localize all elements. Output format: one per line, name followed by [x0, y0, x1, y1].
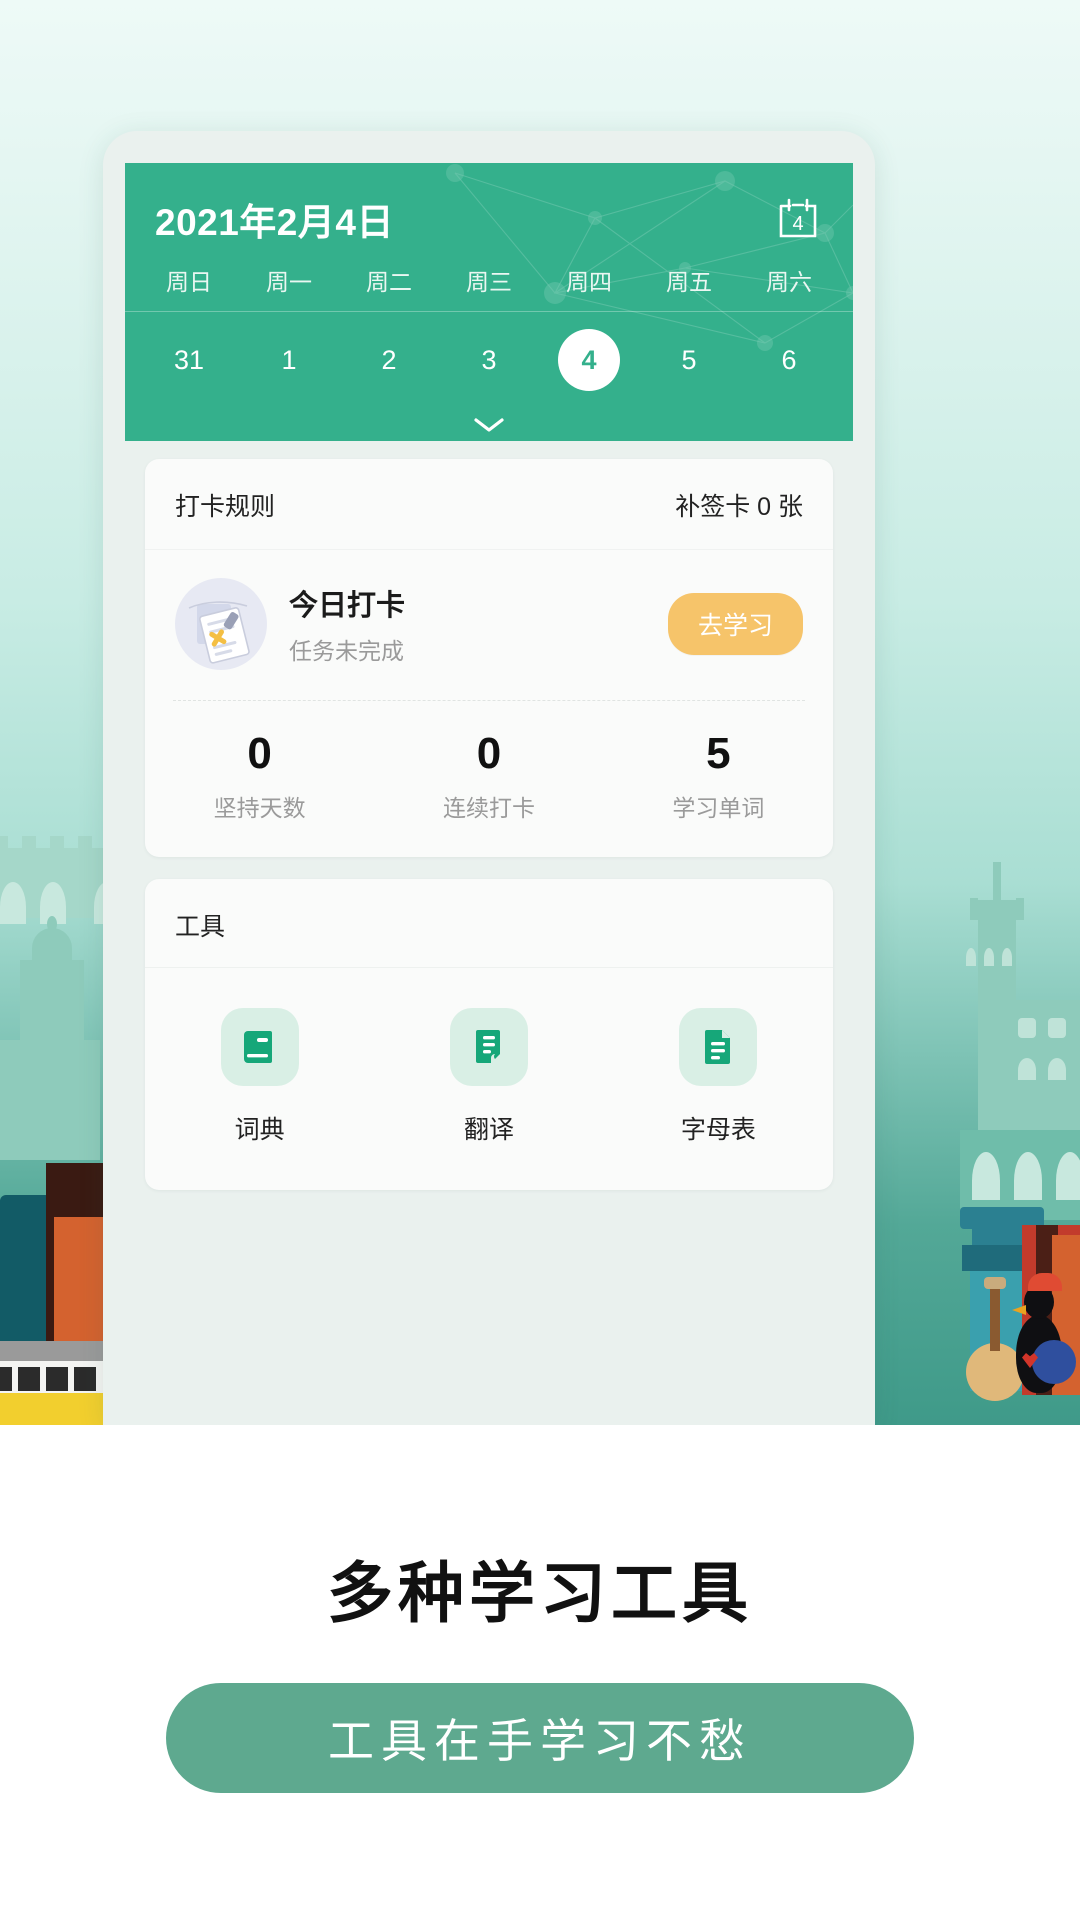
date-number: 6	[781, 345, 797, 375]
calendar-date-title: 2021年2月4日	[155, 202, 394, 243]
stat-value: 0	[476, 729, 502, 778]
translate-document-icon	[449, 1008, 528, 1087]
checkin-stats: 0 坚持天数 0 连续打卡 5 学习单词	[145, 701, 833, 857]
skyline-right-window	[1048, 1058, 1066, 1080]
checklist-document-icon	[175, 578, 267, 670]
stat-item: 0 连续打卡	[374, 729, 603, 823]
tool-label: 字母表	[680, 1116, 756, 1145]
today-checkin-status: 任务未完成	[289, 638, 404, 664]
stat-label: 坚持天数	[213, 795, 306, 822]
skyline-right-window	[966, 948, 976, 966]
tool-label: 词典	[234, 1116, 285, 1145]
weekday-label: 周三	[466, 269, 512, 295]
date-number: 5	[681, 345, 697, 375]
stat-label: 学习单词	[672, 795, 765, 822]
background-illustration: 2021年2月4日 4 周日 周一 周二 周三 周四 周五 周六 31 1 2 …	[0, 0, 1080, 1425]
tool-item-translate[interactable]: 翻译	[374, 1008, 603, 1146]
portuguese-guitar-neck	[990, 1285, 1000, 1351]
calendar-icon-day: 4	[792, 213, 803, 235]
skyline-merlon	[0, 836, 8, 850]
skyline-tower-dome	[32, 928, 72, 972]
today-checkin-text: 今日打卡 任务未完成	[289, 582, 668, 666]
calendar-title-row: 2021年2月4日 4	[125, 163, 853, 249]
weekday-label: 周六	[766, 269, 812, 295]
skyline-arch-window	[0, 882, 26, 924]
chevron-down-icon[interactable]	[472, 415, 506, 435]
stat-value: 0	[247, 729, 272, 778]
skyline-tower-finial	[47, 916, 57, 932]
tools-section-title: 工具	[145, 879, 833, 969]
calendar-icon[interactable]: 4	[773, 194, 823, 244]
weekday-row: 周日 周一 周二 周三 周四 周五 周六	[125, 249, 853, 311]
date-number: 31	[173, 345, 205, 375]
skyline-right-spire	[993, 862, 1001, 906]
weekday-label: 周二	[366, 269, 412, 295]
makeup-cards-count[interactable]: 补签卡 0 张	[675, 487, 803, 523]
tram-window	[0, 1367, 12, 1391]
tram-window	[46, 1367, 68, 1391]
tool-label: 翻译	[463, 1116, 514, 1145]
skyline-right-window	[1048, 1018, 1066, 1038]
date-row: 31 1 2 3 4 5 6	[125, 312, 853, 408]
calendar-expand-row[interactable]	[125, 408, 853, 441]
checkin-rules-link[interactable]: 打卡规则	[175, 487, 275, 523]
stat-item: 5 学习单词	[604, 729, 833, 823]
file-text-icon	[679, 1008, 758, 1087]
today-checkin-row: 今日打卡 任务未完成 去学习	[145, 550, 833, 700]
date-number: 2	[381, 345, 397, 375]
skyline-merlon	[50, 836, 64, 850]
calendar-header: 2021年2月4日 4 周日 周一 周二 周三 周四 周五 周六 31 1 2 …	[125, 163, 853, 441]
barcelos-rooster-pattern	[1032, 1340, 1076, 1384]
screen-content: 打卡规则 补签卡 0 张 今日打卡 任务未完成 去学习 0 坚持天数 0 连续打…	[125, 441, 853, 1191]
skyline-right-window	[1002, 948, 1012, 966]
tools-grid: 词典 翻译 字母表	[145, 968, 833, 1190]
tools-card: 工具 词典 翻译 字母表	[145, 879, 833, 1191]
tram-roof	[0, 1341, 116, 1363]
weekday-label: 周五	[666, 269, 712, 295]
date-cell[interactable]: 5	[639, 329, 739, 391]
skyline-right-window	[1018, 1018, 1036, 1038]
portuguese-guitar-head	[984, 1277, 1006, 1289]
date-number: 4	[558, 329, 620, 391]
date-number: 3	[481, 345, 497, 375]
tool-item-alphabet[interactable]: 字母表	[604, 1008, 833, 1146]
promo-pill: 工具在手学习不愁	[166, 1683, 914, 1793]
tram-window	[74, 1367, 96, 1391]
phone-screen: 2021年2月4日 4 周日 周一 周二 周三 周四 周五 周六 31 1 2 …	[125, 163, 853, 1425]
promo-caption: 多种学习工具 工具在手学习不愁	[0, 1425, 1080, 1920]
skyline-right-pinnacle	[1016, 898, 1024, 920]
skyline-right-pinnacle	[970, 898, 978, 920]
barcelos-rooster-comb	[1028, 1273, 1062, 1291]
weekday-label: 周日	[166, 269, 212, 295]
skyline-right-window	[984, 948, 994, 966]
skyline-merlon	[22, 836, 36, 850]
stat-value: 5	[706, 729, 731, 778]
city-foreground-right	[940, 1135, 1080, 1425]
date-number: 1	[281, 345, 297, 375]
tool-item-dictionary[interactable]: 词典	[145, 1008, 374, 1146]
skyline-merlon	[78, 836, 92, 850]
checkin-card: 打卡规则 补签卡 0 张 今日打卡 任务未完成 去学习 0 坚持天数 0 连续打…	[145, 459, 833, 858]
checkin-card-header: 打卡规则 补签卡 0 张	[145, 459, 833, 550]
stat-label: 连续打卡	[442, 795, 535, 822]
today-checkin-title: 今日打卡	[289, 590, 406, 622]
tram-window	[18, 1367, 40, 1391]
weekday-label: 周一	[266, 269, 312, 295]
tram-lower	[0, 1393, 116, 1425]
date-cell-selected[interactable]: 4	[539, 329, 639, 391]
promo-headline: 多种学习工具	[327, 1556, 753, 1630]
date-cell[interactable]: 6	[739, 329, 839, 391]
skyline-right-window	[1018, 1058, 1036, 1080]
date-cell[interactable]: 2	[339, 329, 439, 391]
date-cell[interactable]: 1	[239, 329, 339, 391]
stat-item: 0 坚持天数	[145, 729, 374, 823]
weekday-label: 周四	[566, 269, 612, 295]
phone-mockup: 2021年2月4日 4 周日 周一 周二 周三 周四 周五 周六 31 1 2 …	[103, 131, 875, 1425]
go-study-button[interactable]: 去学习	[667, 593, 803, 655]
book-icon	[220, 1008, 299, 1087]
date-cell[interactable]: 31	[139, 329, 239, 391]
date-cell[interactable]: 3	[439, 329, 539, 391]
